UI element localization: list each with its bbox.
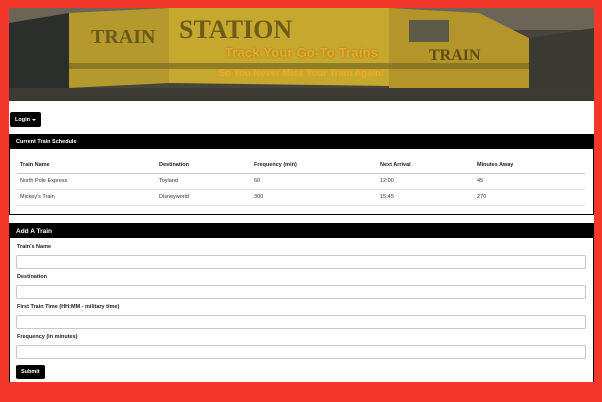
table-cell: 270	[474, 189, 585, 206]
column-header: Destination	[156, 157, 251, 174]
page: TRAIN STATION TRAIN Track Your Go-To Tra…	[9, 8, 594, 382]
train-name-label: Train's Name	[17, 244, 52, 250]
column-header: Minutes Away	[474, 157, 585, 174]
table-cell: 300	[251, 189, 377, 206]
table-cell: 15:45	[377, 189, 474, 206]
station-lettering: STATION	[179, 15, 292, 44]
table-cell: Toyland	[156, 173, 251, 190]
schedule-panel: Current Train Schedule Train Name Destin…	[9, 134, 594, 215]
table-cell: North Pole Express	[17, 173, 156, 190]
first-train-time-label: First Train Time (HH:MM - military time)	[17, 304, 120, 310]
table-cell: 45	[474, 173, 585, 190]
login-label: Login	[15, 116, 30, 123]
table-cell: Disneyworld	[156, 189, 251, 206]
frequency-input[interactable]	[16, 345, 586, 359]
first-train-time-input[interactable]	[16, 315, 586, 329]
schedule-heading: Current Train Schedule	[10, 135, 593, 149]
table-header-row: Train Name Destination Frequency (min) N…	[17, 157, 585, 174]
login-button[interactable]: Login	[10, 112, 41, 127]
train-name-input[interactable]	[16, 255, 586, 269]
column-header: Next Arrival	[377, 157, 474, 174]
caret-down-icon	[31, 119, 36, 121]
table-cell: 12:00	[377, 173, 474, 190]
add-train-heading: Add A Train	[10, 224, 593, 238]
table-cell: 60	[251, 173, 377, 190]
destination-label: Destination	[17, 274, 47, 280]
column-header: Train Name	[17, 157, 156, 174]
table-row: Mickey's Train Disneyworld 300 15:45 270	[17, 189, 585, 206]
hero-subtitle: So You Never Miss Your Train Again!	[218, 68, 385, 79]
destination-input[interactable]	[16, 285, 586, 299]
hero-banner: TRAIN STATION TRAIN Track Your Go-To Tra…	[9, 8, 594, 101]
frequency-label: Frequency (in minutes)	[17, 334, 78, 340]
submit-button[interactable]: Submit	[16, 365, 45, 379]
table-cell: Mickey's Train	[17, 189, 156, 206]
schedule-table: Train Name Destination Frequency (min) N…	[17, 157, 585, 206]
table-row: North Pole Express Toyland 60 12:00 45	[17, 173, 585, 190]
add-train-panel: Add A Train Train's Name Destination Fir…	[9, 223, 594, 382]
hero-title: Track Your Go-To Trains	[224, 45, 379, 60]
column-header: Frequency (min)	[251, 157, 377, 174]
